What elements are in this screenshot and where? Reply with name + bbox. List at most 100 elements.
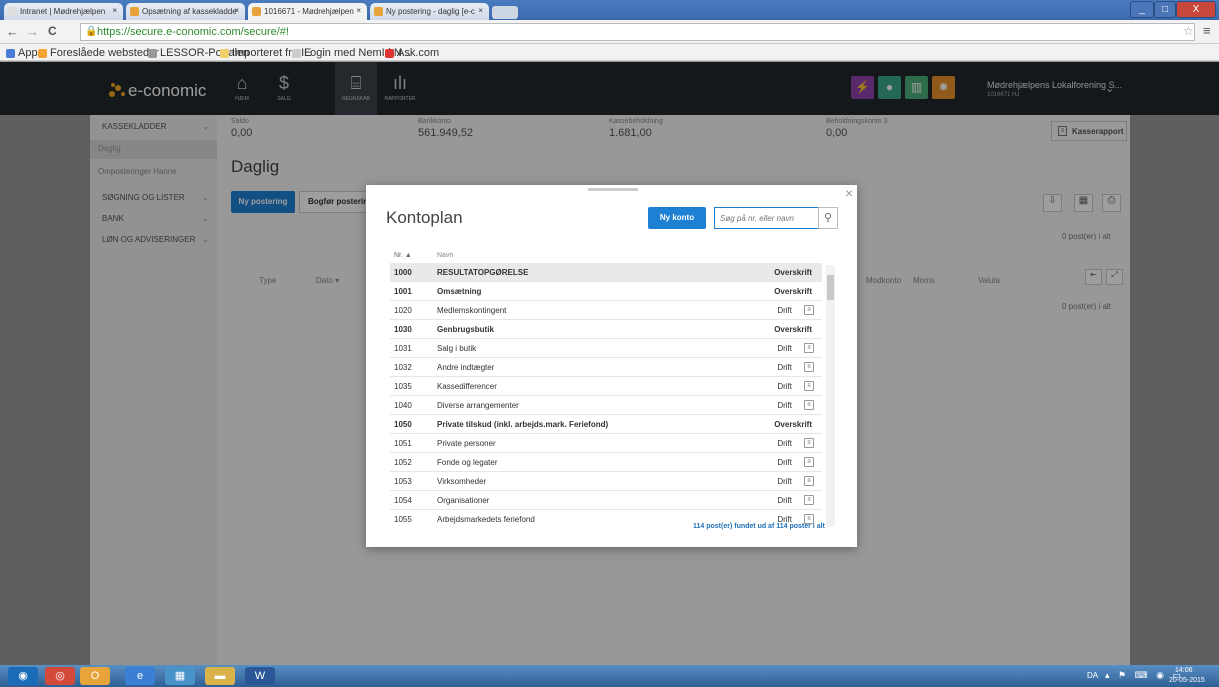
- account-row[interactable]: 1000 RESULTATOPGØRELSE Overskrift: [390, 263, 822, 282]
- bookmark-icon: [148, 48, 157, 58]
- account-info-icon[interactable]: ≡: [804, 438, 814, 448]
- account-number: 1020: [394, 306, 412, 315]
- account-row[interactable]: 1040 Diverse arrangementer Drift ≡: [390, 396, 822, 415]
- result-count: 114 post(er) fundet ud af 114 poster i a…: [693, 523, 825, 530]
- account-info-icon[interactable]: ≡: [804, 343, 814, 353]
- account-name: Private tilskud (inkl. arbejds.mark. Fer…: [437, 420, 609, 429]
- language-indicator[interactable]: DA: [1087, 671, 1098, 680]
- account-info-icon[interactable]: ≡: [804, 362, 814, 372]
- favicon-icon: [8, 7, 17, 16]
- column-navn[interactable]: Navn: [437, 252, 453, 259]
- account-row[interactable]: 1035 Kassedifferencer Drift ≡: [390, 377, 822, 396]
- start-button[interactable]: ◉: [8, 667, 38, 685]
- account-name: Organisationer: [437, 496, 490, 505]
- close-tab-icon[interactable]: ×: [112, 6, 117, 15]
- account-name: Virksomheder: [437, 477, 487, 486]
- ny-konto-button[interactable]: Ny konto: [648, 207, 706, 229]
- account-number: 1040: [394, 401, 412, 410]
- chrome-icon[interactable]: ◎: [45, 667, 75, 685]
- scrollbar-thumb[interactable]: [827, 275, 834, 300]
- account-row[interactable]: 1053 Virksomheder Drift ≡: [390, 472, 822, 491]
- url-text: https://secure.e-conomic.com/secure/#!: [97, 26, 289, 38]
- account-number: 1050: [394, 420, 412, 429]
- bookmark-icon: [292, 48, 301, 58]
- reload-button[interactable]: C: [48, 24, 57, 38]
- account-number: 1001: [394, 287, 412, 296]
- account-info-icon[interactable]: ≡: [804, 381, 814, 391]
- account-name: Salg i butik: [437, 344, 477, 353]
- account-name: Andre indtægter: [437, 363, 495, 372]
- account-number: 1032: [394, 363, 412, 372]
- app-icon[interactable]: ▦: [165, 667, 195, 685]
- forward-button[interactable]: →: [26, 24, 39, 39]
- account-name: Diverse arrangementer: [437, 401, 519, 410]
- account-number: 1051: [394, 439, 412, 448]
- account-type: Drift: [777, 344, 792, 353]
- bookmark-label: Ask.com: [397, 47, 440, 59]
- account-type: Drift: [777, 477, 792, 486]
- close-tab-icon[interactable]: ×: [356, 6, 361, 15]
- new-tab-button[interactable]: [492, 6, 518, 19]
- bookmark-icon: [385, 48, 394, 58]
- word-icon[interactable]: W: [245, 667, 275, 685]
- close-tab-icon[interactable]: ×: [478, 6, 483, 15]
- account-row[interactable]: 1001 Omsætning Overskrift: [390, 282, 822, 301]
- scrollbar-track[interactable]: [826, 265, 835, 527]
- bookmark-icon: [38, 48, 47, 58]
- account-info-icon[interactable]: ≡: [804, 457, 814, 467]
- drag-handle[interactable]: [588, 188, 638, 191]
- account-row[interactable]: 1031 Salg i butik Drift ≡: [390, 339, 822, 358]
- account-info-icon[interactable]: ≡: [804, 495, 814, 505]
- kontoplan-dialog: × Kontoplan Ny konto ⚲ Nr. ▲ Navn 1000 RE…: [366, 185, 857, 547]
- account-info-icon[interactable]: ≡: [804, 305, 814, 315]
- account-row[interactable]: 1020 Medlemskontingent Drift ≡: [390, 301, 822, 320]
- clock-time[interactable]: 14:06: [1175, 667, 1193, 674]
- back-button[interactable]: ←: [6, 24, 19, 39]
- account-row[interactable]: 1030 Genbrugsbutik Overskrift: [390, 320, 822, 339]
- account-row[interactable]: 1052 Fonde og legater Drift ≡: [390, 453, 822, 472]
- clock-date[interactable]: 20-05-2015: [1169, 677, 1205, 684]
- tab-title: 1016671 - Mødrehjælpen: [264, 7, 354, 16]
- browser-tab[interactable]: Opsætning af kassekladde ×: [126, 3, 245, 20]
- browser-tab[interactable]: Ny postering - daglig [e-c ×: [370, 3, 489, 20]
- bookmark-icon: [6, 48, 15, 58]
- account-type: Overskrift: [774, 420, 812, 429]
- account-type: Overskrift: [774, 325, 812, 334]
- account-number: 1053: [394, 477, 412, 486]
- ie-icon[interactable]: e: [125, 667, 155, 685]
- account-type: Overskrift: [774, 287, 812, 296]
- dialog-title: Kontoplan: [386, 208, 463, 227]
- account-row[interactable]: 1051 Private personer Drift ≡: [390, 434, 822, 453]
- account-type: Drift: [777, 306, 792, 315]
- search-icon[interactable]: ⚲: [818, 207, 838, 229]
- account-info-icon[interactable]: ≡: [804, 400, 814, 410]
- account-name: Genbrugsbutik: [437, 325, 494, 334]
- account-type: Drift: [777, 382, 792, 391]
- column-nr[interactable]: Nr. ▲: [394, 252, 412, 259]
- menu-icon[interactable]: ≡: [1203, 23, 1211, 38]
- url-input[interactable]: 🔒 https://secure.e-conomic.com/secure/#!: [80, 23, 1195, 41]
- browser-tab[interactable]: 1016671 - Mødrehjælpen ×: [248, 3, 367, 20]
- outlook-icon[interactable]: O: [80, 667, 110, 685]
- bookmark-item[interactable]: Foreslåede websteder: [38, 47, 159, 59]
- browser-tab[interactable]: Intranet | Mødrehjælpen ×: [4, 3, 123, 20]
- account-type: Drift: [777, 401, 792, 410]
- bookmark-item[interactable]: Ask.com: [385, 47, 439, 59]
- minimize-button[interactable]: _: [1130, 1, 1154, 18]
- account-row[interactable]: 1054 Organisationer Drift ≡: [390, 491, 822, 510]
- account-row[interactable]: 1050 Private tilskud (inkl. arbejds.mark.…: [390, 415, 822, 434]
- account-number: 1052: [394, 458, 412, 467]
- maximize-button[interactable]: □: [1154, 1, 1176, 18]
- close-tab-icon[interactable]: ×: [234, 6, 239, 15]
- star-icon[interactable]: ☆: [1183, 24, 1194, 38]
- account-type: Drift: [777, 496, 792, 505]
- close-icon[interactable]: ×: [845, 185, 853, 201]
- favicon-icon: [252, 7, 261, 16]
- explorer-icon[interactable]: ▬: [205, 667, 235, 685]
- search-input[interactable]: [714, 207, 819, 229]
- account-name: RESULTATOPGØRELSE: [437, 268, 529, 277]
- account-row[interactable]: 1032 Andre indtægter Drift ≡: [390, 358, 822, 377]
- close-window-button[interactable]: X: [1176, 1, 1216, 18]
- account-list: 1000 RESULTATOPGØRELSE Overskrift 1001 Omsæt…: [390, 263, 835, 528]
- account-info-icon[interactable]: ≡: [804, 476, 814, 486]
